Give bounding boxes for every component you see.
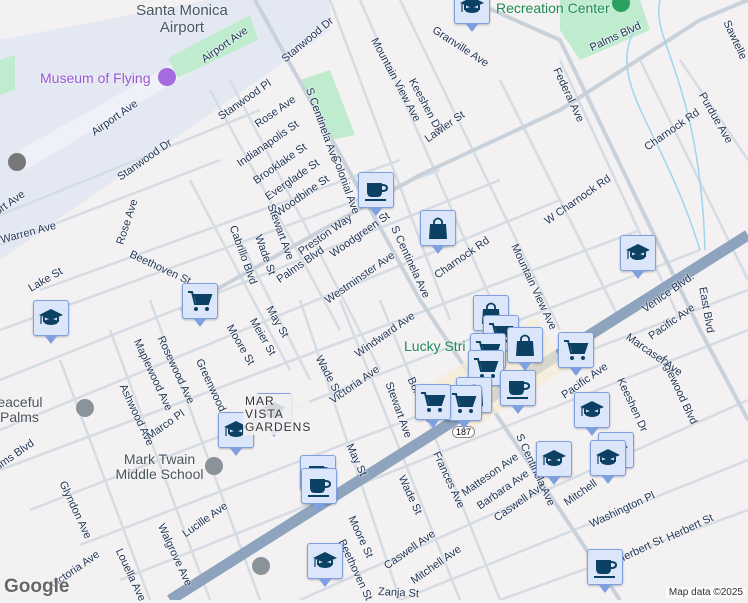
creek <box>626 0 706 251</box>
school-icon <box>460 0 484 13</box>
map-attribution[interactable]: Map data ©2025 <box>665 587 746 598</box>
school-pin-icon[interactable] <box>205 457 223 475</box>
place-pin-icon[interactable] <box>8 153 26 171</box>
cafe-marker[interactable] <box>358 172 394 216</box>
google-logo: Google <box>4 576 70 597</box>
place-pin-icon[interactable] <box>76 399 94 417</box>
cafe-icon <box>594 560 618 578</box>
mar-vista-gardens-label: MAR VISTA GARDENS <box>243 394 312 435</box>
grocery-marker[interactable] <box>558 332 594 376</box>
school-icon <box>580 401 604 417</box>
grocery-marker[interactable] <box>446 385 482 429</box>
recreation-center-label[interactable]: Recreation Center <box>496 0 610 16</box>
school-marker[interactable] <box>536 441 572 485</box>
shopping-icon <box>429 217 447 239</box>
grocery-icon <box>421 392 446 412</box>
museum-icon[interactable] <box>158 68 176 86</box>
school-pin-icon[interactable] <box>252 557 270 575</box>
cafe-marker[interactable] <box>301 468 337 512</box>
cafe-icon <box>365 183 389 201</box>
school-marker[interactable] <box>574 392 610 436</box>
school-marker[interactable] <box>33 300 69 344</box>
school-icon <box>626 244 650 260</box>
grocery-icon <box>188 291 213 311</box>
school-marker[interactable] <box>307 543 343 587</box>
cafe-icon <box>507 381 531 399</box>
santa-monica-airport-label: Santa Monica Airport <box>136 2 228 36</box>
school-marker[interactable] <box>620 235 656 279</box>
school-icon <box>596 449 620 465</box>
school-marker[interactable] <box>590 440 626 484</box>
shopping-marker[interactable] <box>420 210 456 254</box>
grocery-icon <box>564 340 589 360</box>
mark-twain-label[interactable]: Mark Twain Middle School <box>112 452 207 482</box>
shopping-icon <box>516 334 534 356</box>
lucky-strike-label[interactable]: Lucky Stri <box>404 338 465 354</box>
cafe-icon <box>308 479 332 497</box>
park-area <box>0 55 15 95</box>
school-icon <box>313 552 337 568</box>
grocery-marker[interactable] <box>182 283 218 327</box>
school-icon <box>542 450 566 466</box>
street-label: Zanja St <box>377 585 419 601</box>
shopping-marker[interactable] <box>507 327 543 371</box>
grocery-icon <box>452 393 477 413</box>
museum-of-flying-label[interactable]: Museum of Flying <box>40 70 150 86</box>
peaceful-palms-label[interactable]: Peaceful Palms Training Center <box>0 395 72 427</box>
cafe-marker[interactable] <box>500 370 536 414</box>
school-marker[interactable] <box>454 0 490 32</box>
cafe-marker[interactable] <box>587 549 623 593</box>
school-icon <box>39 309 63 325</box>
grocery-marker[interactable] <box>415 384 451 428</box>
